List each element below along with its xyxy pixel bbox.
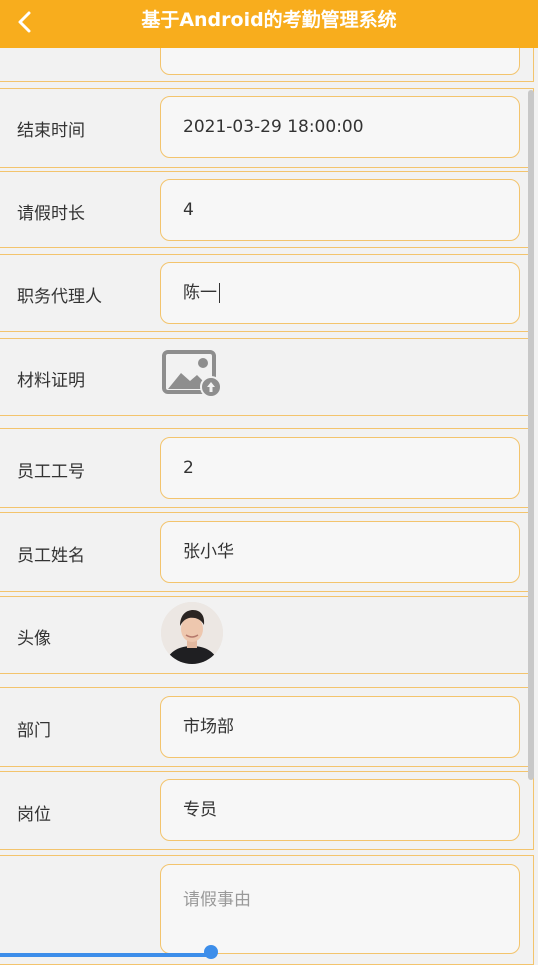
form-row-employee-no: 员工工号 2: [0, 428, 534, 508]
employee-name-label: 员工姓名: [17, 546, 85, 566]
form-row-proxy: 职务代理人 陈一: [0, 254, 534, 332]
reason-textarea[interactable]: 请假事由: [160, 864, 520, 954]
employee-name-field[interactable]: 张小华: [160, 521, 520, 583]
leave-duration-field[interactable]: 4: [160, 179, 520, 241]
avatar[interactable]: [161, 602, 223, 664]
position-label: 岗位: [17, 805, 51, 825]
form-row-employee-name: 员工姓名 张小华: [0, 512, 534, 592]
avatar-image: [161, 602, 223, 664]
form-row-material: 材料证明: [0, 338, 534, 416]
position-field[interactable]: 专员: [160, 779, 520, 841]
form-row-reason: 请假事由: [0, 855, 534, 965]
form-row-department: 部门 市场部: [0, 687, 534, 767]
proxy-field[interactable]: 陈一: [160, 262, 520, 324]
end-time-label: 结束时间: [17, 121, 85, 141]
form-row-end-time: 结束时间 2021-03-29 18:00:00: [0, 88, 534, 168]
text-cursor: [219, 283, 220, 303]
department-field[interactable]: 市场部: [160, 696, 520, 758]
end-time-field[interactable]: 2021-03-29 18:00:00: [160, 96, 520, 158]
material-label: 材料证明: [17, 371, 85, 391]
department-label: 部门: [17, 721, 51, 741]
scrollbar[interactable]: [528, 90, 534, 780]
leave-duration-label: 请假时长: [17, 204, 85, 224]
leave-form: 结束时间 2021-03-29 18:00:00 请假时长 4 职务代理人 陈一…: [0, 0, 538, 965]
image-upload-icon[interactable]: [161, 349, 223, 399]
form-row-avatar: 头像: [0, 596, 534, 674]
form-row-leave-duration: 请假时长 4: [0, 171, 534, 248]
employee-no-field[interactable]: 2: [160, 437, 520, 499]
app-header: 基于Android的考勤管理系统: [0, 0, 538, 48]
proxy-value: 陈一: [183, 283, 217, 303]
form-row-position: 岗位 专员: [0, 771, 534, 850]
avatar-label: 头像: [17, 629, 51, 649]
page-title: 基于Android的考勤管理系统: [141, 9, 397, 31]
proxy-label: 职务代理人: [17, 287, 102, 307]
progress-line: [0, 953, 212, 957]
employee-no-label: 员工工号: [17, 462, 85, 482]
